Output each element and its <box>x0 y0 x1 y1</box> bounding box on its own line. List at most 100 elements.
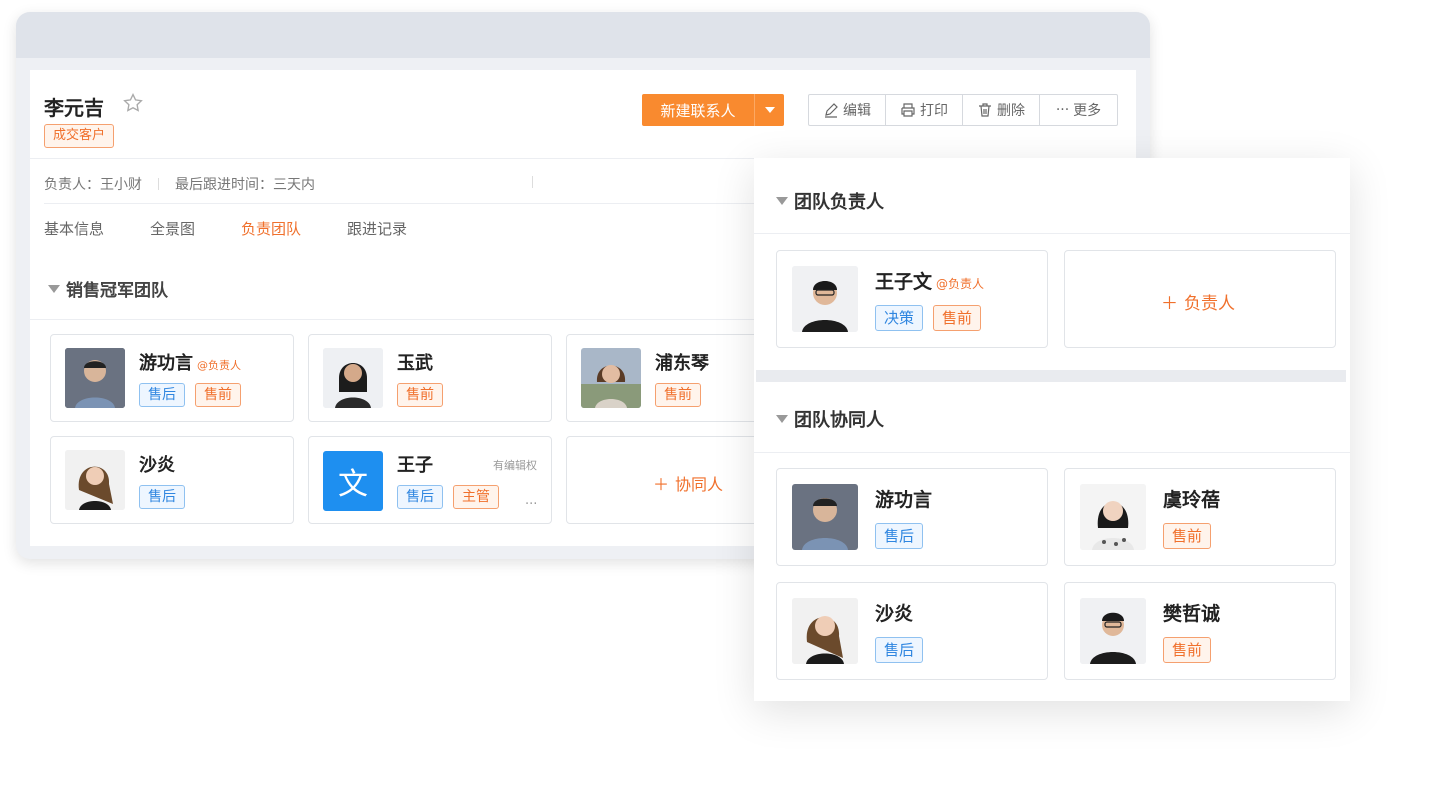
printer-icon <box>901 103 915 117</box>
member-name: 玉武 <box>397 353 433 374</box>
collaborator-name: 游功言 <box>875 489 933 511</box>
collaborator-name: 樊哲诚 <box>1163 603 1221 625</box>
leader-badge: @负责人 <box>936 277 985 291</box>
collaborator-name: 沙炎 <box>875 603 914 625</box>
status-badge: 成交客户 <box>44 124 115 148</box>
role-tag: 售前 <box>1163 523 1212 549</box>
member-name: 浦东琴 <box>655 353 709 374</box>
trash-icon <box>979 103 991 117</box>
leader-card[interactable]: 王子文 @负责人 决策 售前 <box>776 250 1048 348</box>
person-photo-icon <box>792 598 858 664</box>
avatar <box>792 266 858 332</box>
leader-tags: 决策 售前 <box>875 305 982 331</box>
role-tag: 售前 <box>195 383 241 407</box>
collab-section-title[interactable]: 团队协同人 <box>776 406 884 432</box>
collaborator-card[interactable]: 虞玲蓓 售前 <box>1064 468 1336 566</box>
role-tag: 售前 <box>1163 637 1212 663</box>
member-card[interactable]: 文 王子 有编辑权 售后 主管 ... <box>308 436 552 524</box>
team-title-text: 销售冠军团队 <box>66 281 168 301</box>
person-photo-icon <box>323 348 383 408</box>
collaborator-card[interactable]: 沙炎 售后 <box>776 582 1048 680</box>
tab-bar: 基本信息 全景图 负责团队 跟进记录 <box>44 218 407 239</box>
new-contact-dropdown[interactable] <box>754 94 784 126</box>
role-tag: 主管 <box>453 485 499 509</box>
collaborator-card[interactable]: 樊哲诚 售前 <box>1064 582 1336 680</box>
person-photo-icon <box>581 348 641 408</box>
more-label: 更多 <box>1073 103 1102 119</box>
person-photo-icon <box>65 450 125 510</box>
leader-name-text: 王子文 <box>875 271 933 293</box>
customer-name: 李元吉 <box>44 96 104 120</box>
new-contact-button[interactable]: 新建联系人 <box>642 94 784 126</box>
team-title[interactable]: 销售冠军团队 <box>48 276 168 301</box>
leader-name: 王子文 @负责人 <box>875 267 984 294</box>
role-tag: 决策 <box>875 305 924 331</box>
pencil-icon <box>825 103 838 118</box>
avatar: 文 <box>323 451 383 511</box>
section-separator <box>756 370 1346 382</box>
more-tags-ellipsis[interactable]: ... <box>525 493 537 508</box>
new-contact-label[interactable]: 新建联系人 <box>642 94 754 126</box>
collaborator-tags: 售前 <box>1163 637 1212 663</box>
role-tag: 售前 <box>655 383 701 407</box>
more-button[interactable]: ··· 更多 <box>1040 95 1117 125</box>
role-tag: 售后 <box>397 485 443 509</box>
leader-section-title-text: 团队负责人 <box>794 192 884 213</box>
member-name: 王子 <box>397 455 433 476</box>
add-leader-card[interactable]: ＋ 负责人 <box>1064 250 1336 348</box>
avatar <box>581 348 641 408</box>
role-tag: 售后 <box>875 637 924 663</box>
tab-team[interactable]: 负责团队 <box>241 218 301 239</box>
member-card[interactable]: 游功言 @负责人 售后 售前 <box>50 334 294 422</box>
owner-text: 负责人：王小财 <box>44 177 142 193</box>
divider <box>532 176 533 188</box>
member-tags: 售后 售前 <box>139 383 241 407</box>
avatar <box>1080 484 1146 550</box>
customer-meta: 负责人：王小财 最后跟进时间：三天内 <box>44 174 315 194</box>
avatar <box>323 348 383 408</box>
person-photo-icon <box>792 484 858 550</box>
star-icon[interactable] <box>122 92 144 114</box>
add-leader-label: 负责人 <box>1184 294 1235 314</box>
person-photo-icon <box>792 266 858 332</box>
avatar <box>1080 598 1146 664</box>
add-collaborator-button[interactable]: ＋ 协同人 <box>653 471 723 495</box>
member-card[interactable]: 沙炎 售后 <box>50 436 294 524</box>
member-tags: 售前 <box>655 383 701 407</box>
tab-overview[interactable]: 全景图 <box>150 218 195 239</box>
plus-icon: ＋ <box>1161 294 1178 314</box>
print-button[interactable]: 打印 <box>886 95 963 125</box>
member-card[interactable]: 浦东琴 售前 <box>566 334 776 422</box>
add-collaborator-label: 协同人 <box>675 475 724 494</box>
add-collaborator-card[interactable]: ＋ 协同人 <box>566 436 776 524</box>
delete-label: 删除 <box>997 103 1025 119</box>
leader-badge: @负责人 <box>197 359 241 372</box>
member-card[interactable]: 玉武 售前 <box>308 334 552 422</box>
collaborator-card[interactable]: 游功言 售后 <box>776 468 1048 566</box>
collaborator-tags: 售后 <box>875 637 924 663</box>
print-label: 打印 <box>920 103 948 119</box>
delete-button[interactable]: 删除 <box>963 95 1040 125</box>
add-leader-button[interactable]: ＋ 负责人 <box>1161 289 1235 314</box>
avatar <box>65 348 125 408</box>
role-tag: 售后 <box>875 523 924 549</box>
member-tags: 售后 主管 <box>397 485 499 509</box>
tab-basic-info[interactable]: 基本信息 <box>44 218 104 239</box>
divider <box>754 233 1350 234</box>
collapse-caret-icon <box>776 415 788 423</box>
member-tags: 售前 <box>397 383 443 407</box>
role-tag: 售前 <box>397 383 443 407</box>
collapse-caret-icon <box>776 197 788 205</box>
tab-follow-records[interactable]: 跟进记录 <box>347 218 407 239</box>
collaborator-name: 虞玲蓓 <box>1163 489 1221 511</box>
avatar <box>792 598 858 664</box>
leader-section-title[interactable]: 团队负责人 <box>776 188 884 214</box>
edit-button[interactable]: 编辑 <box>809 95 886 125</box>
permission-label: 有编辑权 <box>493 459 537 472</box>
person-photo-icon <box>1080 598 1146 664</box>
window-titlebar <box>16 12 1150 58</box>
avatar <box>65 450 125 510</box>
collapse-caret-icon <box>48 284 60 293</box>
last-follow-text: 最后跟进时间：三天内 <box>175 177 315 193</box>
role-tag: 售后 <box>139 485 185 509</box>
